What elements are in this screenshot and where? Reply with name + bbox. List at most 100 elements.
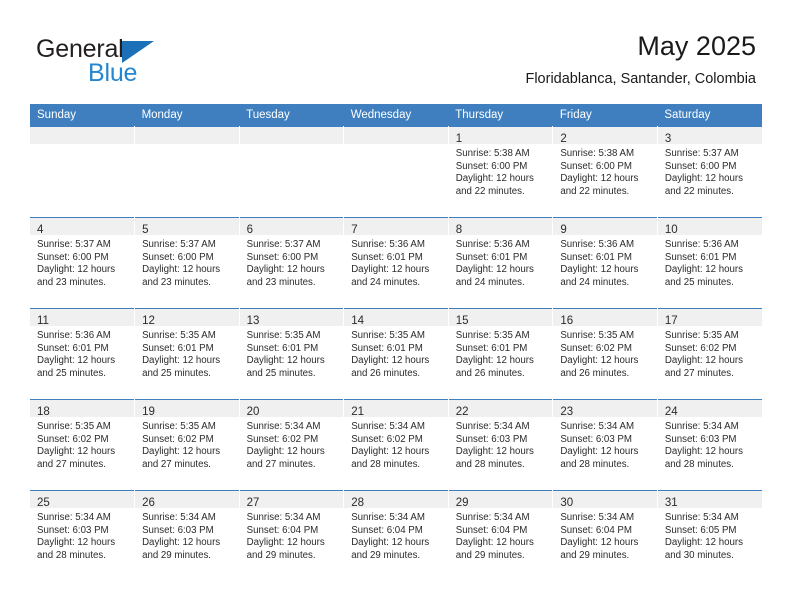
day-cell[interactable]: 28 Sunrise: 5:34 AM Sunset: 6:04 PM Dayligh…	[343, 490, 449, 581]
day-cell[interactable]: 5 Sunrise: 5:37 AM Sunset: 6:00 PM Daylight…	[134, 217, 240, 309]
day-number-band: 9	[553, 218, 657, 236]
sunset-text: Sunset: 6:02 PM	[351, 433, 423, 445]
daylight-text-line1: Daylight: 12 hours	[142, 446, 221, 458]
day-cell-inner: 10 Sunrise: 5:36 AM Sunset: 6:01 PM Dayligh…	[657, 218, 762, 308]
day-cell[interactable]: 16 Sunrise: 5:35 AM Sunset: 6:02 PM Dayligh…	[552, 308, 658, 400]
day-cell[interactable]: 2 Sunrise: 5:38 AM Sunset: 6:00 PM Daylight…	[552, 126, 658, 218]
day-cell[interactable]: 4 Sunrise: 5:37 AM Sunset: 6:00 PM Daylight…	[30, 217, 136, 309]
day-number-band: 5	[135, 218, 239, 236]
day-number: 15	[455, 315, 469, 327]
day-number-band: 25	[30, 491, 135, 509]
day-cell[interactable]: 19 Sunrise: 5:35 AM Sunset: 6:02 PM Dayligh…	[134, 399, 240, 491]
daylight-text-line1: Daylight: 12 hours	[560, 446, 639, 458]
day-cell[interactable]	[134, 126, 240, 218]
day-cell[interactable]: 14 Sunrise: 5:35 AM Sunset: 6:01 PM Dayligh…	[343, 308, 449, 400]
day-detail: Sunrise: 5:36 AM Sunset: 6:01 PM Daylight:…	[30, 326, 134, 380]
page-header: General Blue May 2025 Floridablanca, San…	[0, 0, 792, 104]
day-cell[interactable]: 26 Sunrise: 5:34 AM Sunset: 6:03 PM Dayligh…	[134, 490, 240, 581]
calendar-page: General Blue May 2025 Floridablanca, San…	[0, 0, 792, 612]
daylight-text-line1: Daylight: 12 hours	[560, 264, 639, 276]
day-cell[interactable]: 29 Sunrise: 5:34 AM Sunset: 6:04 PM Dayligh…	[448, 490, 554, 581]
general-blue-logo[interactable]: General Blue	[36, 36, 266, 92]
sunrise-text: Sunrise: 5:34 AM	[560, 421, 635, 432]
dow-header-tuesday: Tuesday	[239, 104, 344, 127]
day-cell[interactable]: 17 Sunrise: 5:35 AM Sunset: 6:02 PM Dayligh…	[657, 308, 762, 400]
day-cell[interactable]: 18 Sunrise: 5:35 AM Sunset: 6:02 PM Dayligh…	[30, 399, 136, 491]
daylight-text-line2: and 27 minutes.	[246, 458, 316, 470]
daylight-text-line2: and 22 minutes.	[455, 185, 525, 197]
day-detail: Sunrise: 5:36 AM Sunset: 6:01 PM Daylight:…	[449, 235, 553, 289]
day-cell[interactable]: 27 Sunrise: 5:34 AM Sunset: 6:04 PM Dayligh…	[239, 490, 345, 581]
day-cell[interactable]: 13 Sunrise: 5:35 AM Sunset: 6:01 PM Dayligh…	[239, 308, 345, 400]
sunrise-text: Sunrise: 5:35 AM	[455, 330, 530, 341]
day-cell[interactable]: 9 Sunrise: 5:36 AM Sunset: 6:01 PM Daylight…	[552, 217, 658, 309]
day-number: 5	[142, 224, 149, 236]
day-cell-inner: 8 Sunrise: 5:36 AM Sunset: 6:01 PM Daylight…	[448, 218, 553, 308]
sunrise-text: Sunrise: 5:35 AM	[351, 330, 425, 341]
week-row: 4 Sunrise: 5:37 AM Sunset: 6:00 PM Daylight…	[30, 217, 762, 309]
day-cell[interactable]: 21 Sunrise: 5:34 AM Sunset: 6:02 PM Dayligh…	[343, 399, 449, 491]
day-cell[interactable]: 22 Sunrise: 5:34 AM Sunset: 6:03 PM Dayligh…	[448, 399, 554, 491]
day-cell[interactable]: 10 Sunrise: 5:36 AM Sunset: 6:01 PM Dayligh…	[657, 217, 762, 309]
day-number: 10	[664, 224, 678, 236]
day-cell[interactable]: 7 Sunrise: 5:36 AM Sunset: 6:01 PM Daylight…	[343, 217, 449, 309]
day-detail: Sunrise: 5:36 AM Sunset: 6:01 PM Daylight:…	[553, 235, 657, 289]
day-cell[interactable]: 3 Sunrise: 5:37 AM Sunset: 6:00 PM Daylight…	[657, 126, 762, 218]
day-cell[interactable]: 8 Sunrise: 5:36 AM Sunset: 6:01 PM Daylight…	[448, 217, 554, 309]
day-detail: Sunrise: 5:34 AM Sunset: 6:02 PM Daylight:…	[344, 417, 448, 471]
sunrise-text: Sunrise: 5:34 AM	[560, 512, 635, 523]
sunrise-text: Sunrise: 5:37 AM	[664, 148, 739, 159]
day-cell[interactable]: 24 Sunrise: 5:34 AM Sunset: 6:03 PM Dayligh…	[657, 399, 762, 491]
calendar-body: 1 Sunrise: 5:38 AM Sunset: 6:00 PM Daylight…	[30, 126, 762, 581]
daylight-text-line1: Daylight: 12 hours	[246, 355, 325, 367]
day-number: 9	[560, 224, 567, 236]
day-number: 31	[664, 497, 678, 509]
day-cell[interactable]: 31 Sunrise: 5:34 AM Sunset: 6:05 PM Dayligh…	[657, 490, 762, 581]
dow-header-sunday: Sunday	[30, 104, 135, 127]
daylight-text-line2: and 22 minutes.	[664, 185, 734, 197]
day-cell-inner	[30, 127, 135, 217]
day-cell[interactable]: 12 Sunrise: 5:35 AM Sunset: 6:01 PM Dayligh…	[134, 308, 240, 400]
day-cell[interactable]: 1 Sunrise: 5:38 AM Sunset: 6:00 PM Daylight…	[448, 126, 554, 218]
sunset-text: Sunset: 6:01 PM	[37, 342, 109, 354]
daylight-text-line1: Daylight: 12 hours	[142, 264, 221, 276]
day-cell[interactable]: 15 Sunrise: 5:35 AM Sunset: 6:01 PM Dayligh…	[448, 308, 554, 400]
day-cell-inner: 19 Sunrise: 5:35 AM Sunset: 6:02 PM Dayligh…	[135, 400, 239, 490]
sunrise-text: Sunrise: 5:35 AM	[246, 330, 321, 341]
daylight-text-line2: and 22 minutes.	[560, 185, 630, 197]
day-cell[interactable]: 23 Sunrise: 5:34 AM Sunset: 6:03 PM Dayligh…	[552, 399, 658, 491]
day-cell[interactable]: 11 Sunrise: 5:36 AM Sunset: 6:01 PM Dayligh…	[30, 308, 136, 400]
daylight-text-line2: and 28 minutes.	[455, 458, 525, 470]
day-cell-inner: 23 Sunrise: 5:34 AM Sunset: 6:03 PM Dayligh…	[553, 400, 657, 490]
day-number: 28	[351, 497, 364, 509]
day-cell[interactable]: 25 Sunrise: 5:34 AM Sunset: 6:03 PM Dayligh…	[30, 490, 136, 581]
daylight-text-line1: Daylight: 12 hours	[455, 355, 534, 367]
daylight-text-line2: and 25 minutes.	[37, 367, 106, 379]
day-cell[interactable]: 20 Sunrise: 5:34 AM Sunset: 6:02 PM Dayligh…	[239, 399, 345, 491]
week-row: 11 Sunrise: 5:36 AM Sunset: 6:01 PM Dayligh…	[30, 308, 762, 400]
day-number: 29	[455, 497, 469, 509]
daylight-text-line2: and 26 minutes.	[351, 367, 421, 379]
dow-header-friday: Friday	[552, 104, 658, 127]
sunset-text: Sunset: 6:00 PM	[560, 160, 632, 172]
day-detail: Sunrise: 5:34 AM Sunset: 6:04 PM Daylight:…	[240, 508, 344, 562]
daylight-text-line2: and 28 minutes.	[37, 549, 106, 561]
day-cell[interactable]	[30, 126, 136, 218]
day-cell[interactable]	[239, 126, 345, 218]
daylight-text-line1: Daylight: 12 hours	[664, 264, 743, 276]
sunset-text: Sunset: 6:01 PM	[455, 342, 528, 354]
sunset-text: Sunset: 6:01 PM	[351, 251, 423, 263]
sunset-text: Sunset: 6:02 PM	[142, 433, 214, 445]
day-cell-inner: 24 Sunrise: 5:34 AM Sunset: 6:03 PM Dayligh…	[657, 400, 762, 490]
day-detail: Sunrise: 5:34 AM Sunset: 6:03 PM Daylight:…	[658, 417, 762, 471]
day-cell[interactable]	[343, 126, 449, 218]
sunrise-text: Sunrise: 5:34 AM	[246, 421, 321, 432]
day-cell[interactable]: 6 Sunrise: 5:37 AM Sunset: 6:00 PM Daylight…	[239, 217, 345, 309]
sunrise-text: Sunrise: 5:38 AM	[560, 148, 635, 159]
sunset-text: Sunset: 6:04 PM	[351, 524, 423, 536]
daylight-text-line2: and 28 minutes.	[351, 458, 421, 470]
sunset-text: Sunset: 6:04 PM	[246, 524, 319, 536]
daylight-text-line2: and 27 minutes.	[142, 458, 211, 470]
day-cell[interactable]: 30 Sunrise: 5:34 AM Sunset: 6:04 PM Dayligh…	[552, 490, 658, 581]
sunrise-text: Sunrise: 5:35 AM	[37, 421, 111, 432]
